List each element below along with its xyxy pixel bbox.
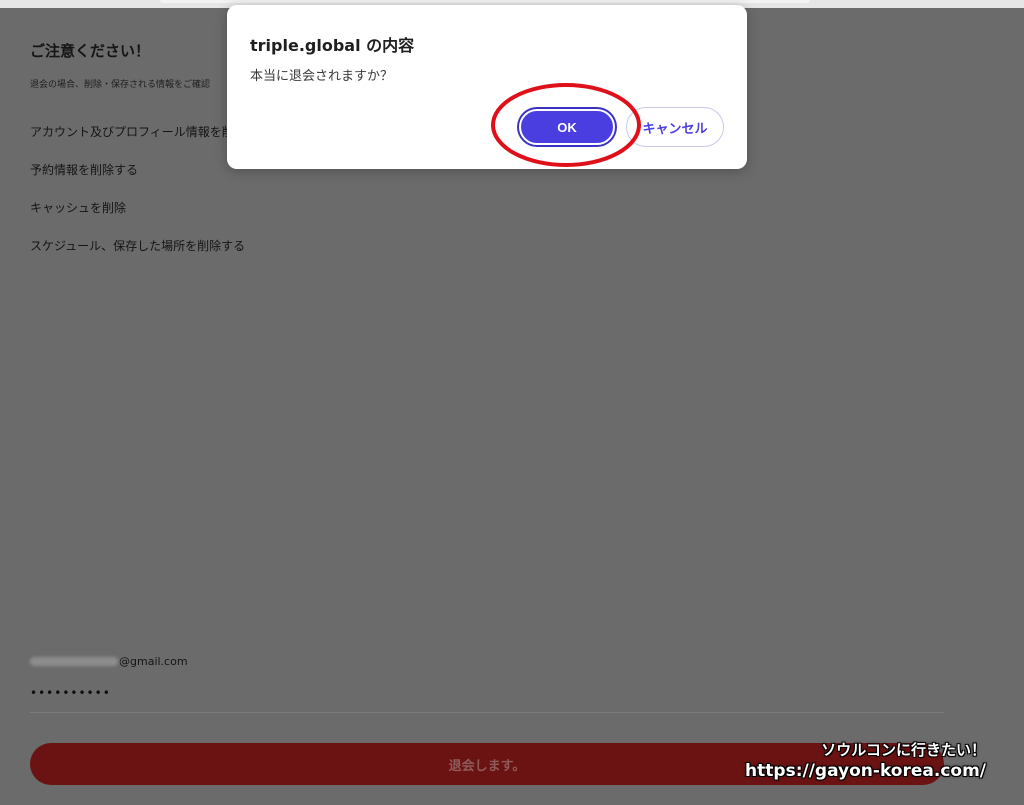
- cancel-button[interactable]: キャンセル: [626, 107, 724, 147]
- dialog-message: 本当に退会されますか？: [250, 69, 394, 84]
- site-watermark: ソウルコンに行きたい！ https://gayon-korea.com/: [745, 740, 986, 782]
- field-divider: [30, 712, 944, 713]
- blurred-email-username: [30, 657, 118, 666]
- dialog-title: triple.global の内容: [250, 36, 415, 55]
- delete-item-cash: キャッシュを削除: [30, 201, 127, 215]
- email-field[interactable]: @gmail.com: [30, 655, 188, 668]
- confirm-dialog: triple.global の内容 本当に退会されますか？ OK キャンセル: [227, 5, 747, 169]
- delete-item-schedule: スケジュール、保存した場所を削除する: [30, 239, 246, 253]
- watermark-url: https://gayon-korea.com/: [745, 761, 986, 781]
- page: ご注意ください！ 退会の場合、削除・保存される情報をご確認 アカウント及びプロフ…: [0, 0, 1024, 805]
- notice-subtitle: 退会の場合、削除・保存される情報をご確認: [30, 80, 211, 90]
- ok-button[interactable]: OK: [519, 109, 615, 145]
- watermark-line1: ソウルコンに行きたい！: [821, 741, 986, 759]
- password-field[interactable]: ••••••••••: [30, 686, 111, 700]
- email-domain: @gmail.com: [119, 655, 188, 668]
- address-bar: [160, 0, 810, 3]
